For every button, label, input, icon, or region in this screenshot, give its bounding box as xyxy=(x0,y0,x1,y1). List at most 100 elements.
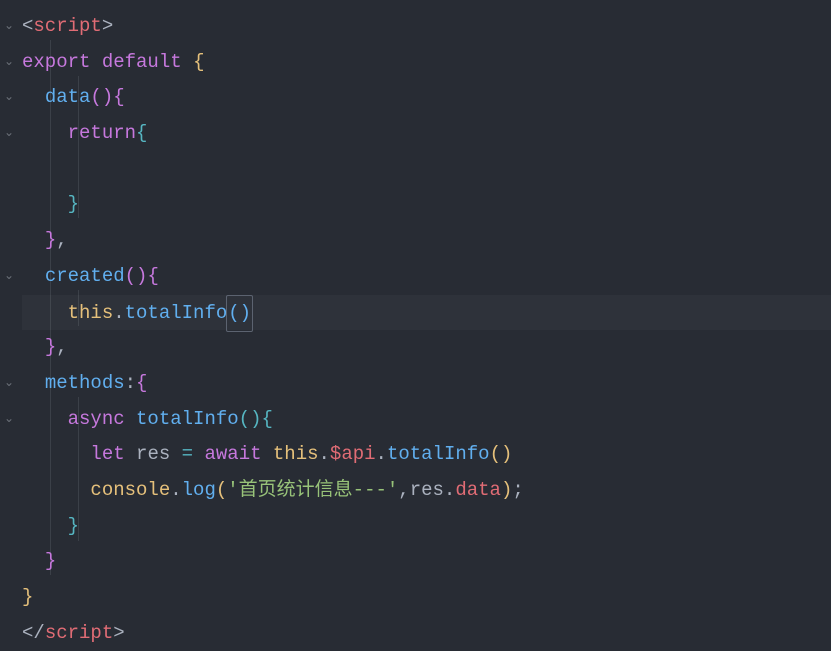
methods-key: methods xyxy=(45,372,125,394)
brace: } xyxy=(22,586,33,608)
code-line: } xyxy=(22,544,831,580)
prop-api: $api xyxy=(330,443,376,465)
tag-bracket: < xyxy=(22,15,33,37)
brace: } xyxy=(45,550,56,572)
method-data: data xyxy=(45,86,91,108)
code-line: } xyxy=(22,580,831,616)
fold-icon[interactable]: ⌄ xyxy=(0,9,18,45)
paren: ( xyxy=(125,265,136,287)
tag-bracket: </ xyxy=(22,622,45,644)
paren: ( xyxy=(490,443,501,465)
dot: . xyxy=(376,443,387,465)
paren: ( xyxy=(216,479,227,501)
code-line: </script> xyxy=(22,616,831,651)
var-res: res xyxy=(136,443,170,465)
code-line: data(){ xyxy=(22,80,831,116)
paren: ) xyxy=(240,302,251,324)
keyword-default: default xyxy=(102,51,182,73)
fold-icon[interactable]: ⌄ xyxy=(0,402,18,438)
code-line: <script> xyxy=(22,9,831,45)
code-line: created(){ xyxy=(22,259,831,295)
call-totalinfo: totalInfo xyxy=(125,302,228,324)
dot: . xyxy=(444,479,455,501)
code-line: export default { xyxy=(22,45,831,81)
brace: { xyxy=(113,86,124,108)
fold-icon[interactable] xyxy=(0,437,18,473)
fold-icon[interactable] xyxy=(0,580,18,616)
fold-icon[interactable]: ⌄ xyxy=(0,80,18,116)
paren: ( xyxy=(90,86,101,108)
fold-icon[interactable] xyxy=(0,509,18,545)
fold-icon[interactable] xyxy=(0,330,18,366)
code-line: let res = await this.$api.totalInfo() xyxy=(22,437,831,473)
paren: ) xyxy=(501,479,512,501)
dot: . xyxy=(113,302,124,324)
code-line: } xyxy=(22,509,831,545)
code-content[interactable]: <script> export default { data(){ return… xyxy=(18,0,831,647)
fold-icon[interactable] xyxy=(0,616,18,651)
fold-icon[interactable] xyxy=(0,187,18,223)
method-totalinfo: totalInfo xyxy=(136,408,239,430)
keyword-let: let xyxy=(90,443,124,465)
string-literal: '首页统计信息---' xyxy=(227,479,398,501)
paren: ) xyxy=(136,265,147,287)
paren: ) xyxy=(501,443,512,465)
code-line: return{ xyxy=(22,116,831,152)
comma: , xyxy=(56,336,67,358)
brace: } xyxy=(68,515,79,537)
tag-name: script xyxy=(33,15,101,37)
fold-icon[interactable]: ⌄ xyxy=(0,116,18,152)
keyword-async: async xyxy=(68,408,125,430)
code-line: methods:{ xyxy=(22,366,831,402)
keyword-return: return xyxy=(68,122,136,144)
keyword-export: export xyxy=(22,51,90,73)
log-method: log xyxy=(182,479,216,501)
code-line-active: this.totalInfo() xyxy=(22,295,831,331)
tag-bracket: > xyxy=(113,622,124,644)
fold-icon[interactable]: ⌄ xyxy=(0,45,18,81)
tag-name: script xyxy=(45,622,113,644)
dot: . xyxy=(170,479,181,501)
brace: } xyxy=(45,229,56,251)
brace: { xyxy=(147,265,158,287)
brace: { xyxy=(136,372,147,394)
brace: } xyxy=(45,336,56,358)
semicolon: ; xyxy=(512,479,523,501)
paren: ( xyxy=(228,302,239,324)
code-line: }, xyxy=(22,223,831,259)
cursor-selection: () xyxy=(226,295,253,333)
paren: ) xyxy=(102,86,113,108)
brace: } xyxy=(68,193,79,215)
code-line: console.log('首页统计信息---',res.data); xyxy=(22,473,831,509)
keyword-await: await xyxy=(204,443,261,465)
fold-icon[interactable]: ⌄ xyxy=(0,259,18,295)
comma: , xyxy=(56,229,67,251)
code-line xyxy=(22,152,831,188)
method-created: created xyxy=(45,265,125,287)
fold-icon[interactable] xyxy=(0,295,18,331)
brace: { xyxy=(193,51,204,73)
fold-icon[interactable]: ⌄ xyxy=(0,366,18,402)
code-editor[interactable]: ⌄ ⌄ ⌄ ⌄ ⌄ ⌄ ⌄ <script> export default { … xyxy=(0,0,831,647)
this-keyword: this xyxy=(273,443,319,465)
colon: : xyxy=(125,372,136,394)
dot: . xyxy=(319,443,330,465)
this-keyword: this xyxy=(68,302,114,324)
comma: , xyxy=(398,479,409,501)
code-line: }, xyxy=(22,330,831,366)
code-line: } xyxy=(22,187,831,223)
code-line: async totalInfo(){ xyxy=(22,402,831,438)
fold-gutter: ⌄ ⌄ ⌄ ⌄ ⌄ ⌄ ⌄ xyxy=(0,0,18,647)
tag-bracket: > xyxy=(102,15,113,37)
fold-icon[interactable] xyxy=(0,223,18,259)
paren: ) xyxy=(250,408,261,430)
var-res: res xyxy=(410,479,444,501)
fold-icon[interactable] xyxy=(0,473,18,509)
fold-icon[interactable] xyxy=(0,152,18,188)
op-eq: = xyxy=(182,443,193,465)
paren: ( xyxy=(239,408,250,430)
brace: { xyxy=(136,122,147,144)
call-totalinfo: totalInfo xyxy=(387,443,490,465)
fold-icon[interactable] xyxy=(0,544,18,580)
brace: { xyxy=(261,408,272,430)
